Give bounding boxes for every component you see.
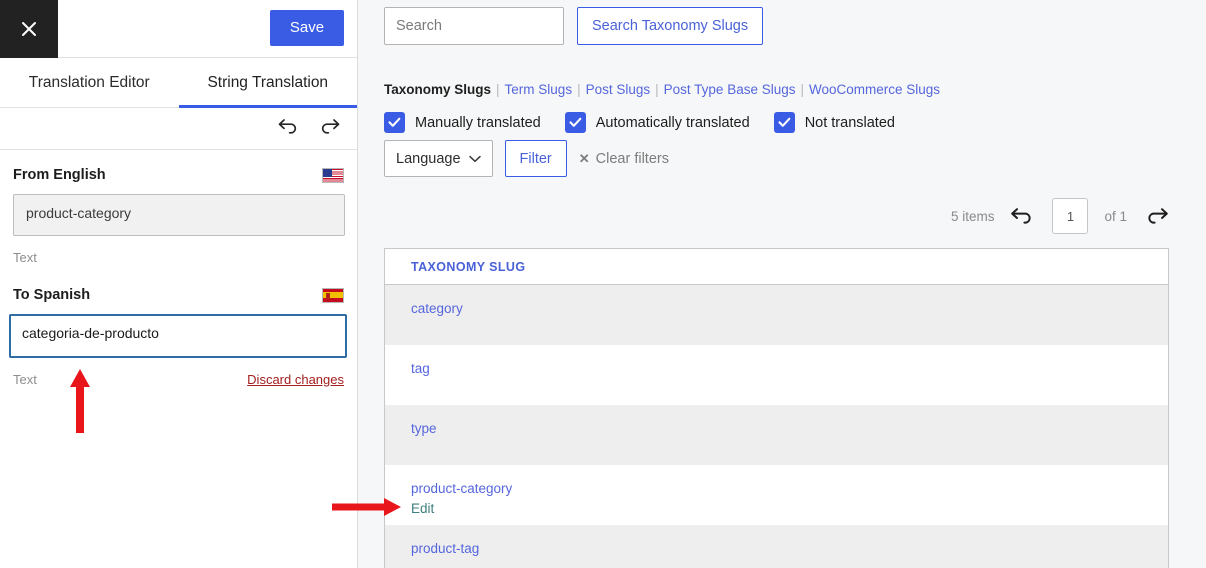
app-root: Save Translation Editor String Translati… (0, 0, 1206, 568)
label-manually-translated: Manually translated (415, 114, 541, 131)
pagination-of-label: of 1 (1104, 208, 1127, 224)
slug-tab-post-slugs[interactable]: Post Slugs (586, 82, 651, 97)
close-button[interactable] (0, 0, 58, 58)
table-row[interactable]: type (385, 405, 1168, 465)
panel-tabs: Translation Editor String Translation (0, 58, 357, 108)
slug-tab-woocommerce-slugs[interactable]: WooCommerce Slugs (809, 82, 940, 97)
translation-status-filters: Manually translated Automatically transl… (384, 112, 909, 133)
table-row[interactable]: product-tag (385, 525, 1168, 568)
checkbox-not-translated[interactable] (773, 112, 795, 133)
cell-slug[interactable]: product-category (411, 479, 1168, 499)
source-label: From English (13, 167, 106, 183)
clear-filters-button[interactable]: ✕ Clear filters (579, 151, 669, 167)
table-row[interactable]: product-category Edit (385, 465, 1168, 525)
language-dropdown-label: Language (396, 150, 461, 167)
slug-type-tabs: Taxonomy Slugs | Term Slugs | Post Slugs… (384, 82, 940, 97)
label-not-translated: Not translated (804, 114, 895, 131)
red-arrow-right-annotation (332, 497, 402, 517)
chevron-down-icon (468, 151, 481, 167)
panel-topbar: Save (0, 0, 357, 58)
slug-tab-term-slugs[interactable]: Term Slugs (505, 82, 573, 97)
spain-flag-icon (322, 287, 344, 303)
clear-filters-label: Clear filters (595, 150, 669, 167)
tab-translation-editor-label: Translation Editor (28, 73, 150, 91)
table-row[interactable]: tag (385, 345, 1168, 405)
close-x-icon: ✕ (578, 150, 590, 166)
slug-tab-taxonomy-slugs[interactable]: Taxonomy Slugs (384, 82, 491, 97)
target-label: To Spanish (13, 287, 91, 303)
source-caption: Text (13, 249, 37, 265)
us-flag-icon (322, 167, 344, 183)
tab-string-translation[interactable]: String Translation (178, 58, 358, 108)
translation-editor-panel: Save Translation Editor String Translati… (0, 0, 358, 568)
prev-arrow-icon[interactable] (1010, 206, 1036, 227)
search-row: Search Taxonomy Slugs (384, 7, 764, 45)
save-button[interactable]: Save (270, 10, 344, 46)
tab-string-translation-label: String Translation (207, 73, 329, 91)
string-translation-panel: Search Taxonomy Slugs Taxonomy Slugs | T… (359, 0, 1206, 568)
checkbox-manually-translated[interactable] (384, 112, 405, 133)
tab-translation-editor[interactable]: Translation Editor (0, 58, 179, 107)
undo-arrow-icon[interactable] (277, 117, 299, 140)
cell-edit-link[interactable]: Edit (411, 499, 1168, 519)
target-caption: Text (13, 371, 37, 387)
history-toolbar (0, 108, 357, 150)
language-dropdown[interactable]: Language (384, 140, 493, 177)
slug-separator: | (577, 82, 581, 97)
red-arrow-up-annotation (66, 367, 94, 435)
cell-slug[interactable]: type (411, 419, 1168, 439)
source-field-header: From English (13, 164, 344, 186)
cell-slug[interactable]: category (411, 299, 1168, 319)
slug-separator: | (800, 82, 805, 97)
label-automatically-translated: Automatically translated (595, 114, 750, 131)
pagination-items-count: 5 items (950, 208, 995, 224)
target-field-header: To Spanish (13, 284, 344, 306)
slug-separator: | (655, 82, 659, 97)
cell-slug[interactable]: tag (411, 359, 1168, 379)
target-caption-row: Text Discard changes (13, 370, 344, 388)
source-caption-row: Text (13, 248, 344, 266)
checkbox-automatically-translated[interactable] (564, 112, 586, 133)
cell-slug[interactable]: product-tag (411, 539, 1168, 559)
redo-arrow-icon[interactable] (319, 117, 341, 140)
slug-separator: | (496, 82, 500, 97)
slug-tab-post-type-base-slugs[interactable]: Post Type Base Slugs (664, 82, 796, 97)
search-taxonomy-slugs-button[interactable]: Search Taxonomy Slugs (577, 7, 764, 45)
search-input[interactable] (384, 7, 564, 45)
table-header-row: TAXONOMY SLUG (385, 249, 1168, 285)
taxonomy-slugs-table: TAXONOMY SLUG category tag type product-… (384, 248, 1169, 568)
source-text-input[interactable] (13, 194, 345, 236)
target-text-input[interactable] (9, 314, 347, 358)
translation-fields: From English Text To Spanish Text Discar… (0, 150, 357, 388)
next-arrow-icon[interactable] (1143, 206, 1169, 227)
column-header-taxonomy-slug[interactable]: TAXONOMY SLUG (411, 260, 525, 274)
filter-row: Language Filter ✕ Clear filters (384, 140, 669, 177)
discard-changes-link[interactable]: Discard changes (247, 372, 344, 387)
pagination: 5 items 1 of 1 (951, 198, 1169, 234)
filter-button[interactable]: Filter (504, 140, 567, 177)
close-icon (19, 19, 39, 39)
table-row[interactable]: category (385, 285, 1168, 345)
page-number-input[interactable]: 1 (1052, 198, 1089, 234)
